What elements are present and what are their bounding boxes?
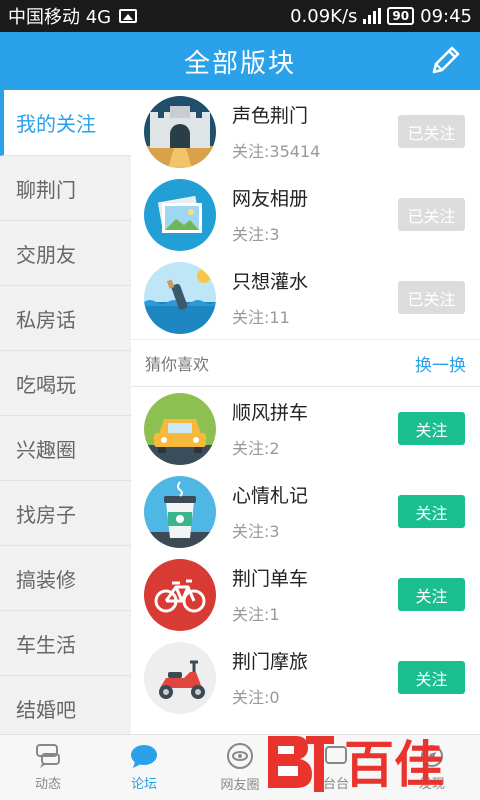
sidebar-item-decoration[interactable]: 搞装修 bbox=[0, 546, 131, 611]
category-sidebar: 我的关注 聊荆门 交朋友 私房话 吃喝玩 兴趣圈 找房子 搞装修 车生活 结婚吧 bbox=[0, 90, 131, 741]
sidebar-item-label: 我的关注 bbox=[16, 112, 96, 136]
carrier-label: 中国移动 4G bbox=[8, 7, 112, 28]
sidebar-item-interests[interactable]: 兴趣圈 bbox=[0, 416, 131, 481]
tab-label: 台台 bbox=[322, 777, 349, 792]
tab-discover[interactable]: 发现 bbox=[384, 735, 480, 800]
follow-button[interactable]: 关注 bbox=[398, 412, 465, 445]
forum-list: 声色荆门 关注:35414 已关注 网友相册 关注:3 已关注 只想灌水 关注:… bbox=[131, 90, 480, 734]
bottle-sea-icon bbox=[144, 261, 216, 334]
page-title: 全部版块 bbox=[183, 48, 296, 79]
battery-icon: 90 bbox=[387, 7, 415, 25]
list-item[interactable]: 顺风拼车 关注:2 关注 bbox=[131, 387, 480, 470]
photo-album-icon bbox=[144, 178, 216, 251]
sidebar-item-label: 交朋友 bbox=[16, 242, 76, 267]
tab-label: 动态 bbox=[34, 777, 61, 792]
clock: 09:45 bbox=[420, 5, 472, 27]
recommend-section-header: 猜你喜欢 换一换 bbox=[131, 339, 480, 387]
dynamic-icon bbox=[36, 744, 60, 768]
platform-icon bbox=[325, 746, 347, 764]
sidebar-item-find-house[interactable]: 找房子 bbox=[0, 481, 131, 546]
discover-icon bbox=[421, 745, 443, 767]
tab-friends-circle[interactable]: 网友圈 bbox=[192, 735, 288, 800]
sidebar-item-private-talk[interactable]: 私房话 bbox=[0, 286, 131, 351]
car-icon bbox=[144, 392, 216, 465]
tab-label: 论坛 bbox=[130, 777, 157, 792]
tab-forum[interactable]: 论坛 bbox=[96, 735, 192, 800]
forum-icon bbox=[131, 745, 157, 768]
city-gate-icon bbox=[144, 95, 216, 168]
list-item[interactable]: 荆门单车 关注:1 关注 bbox=[131, 553, 480, 636]
network-speed: 0.09K/s bbox=[290, 5, 358, 27]
sidebar-item-label: 搞装修 bbox=[16, 567, 76, 592]
bicycle-icon bbox=[144, 558, 216, 631]
refresh-link[interactable]: 换一换 bbox=[415, 351, 466, 376]
status-bar: 中国移动 4G 0.09K/s 90 09:45 bbox=[0, 0, 480, 32]
unfollow-button[interactable]: 已关注 bbox=[398, 281, 465, 314]
sidebar-item-make-friends[interactable]: 交朋友 bbox=[0, 221, 131, 286]
coffee-cup-icon bbox=[144, 475, 216, 548]
signal-icon bbox=[363, 8, 382, 24]
recommend-label: 猜你喜欢 bbox=[145, 355, 210, 374]
app-header: 全部版块 bbox=[0, 32, 480, 90]
sidebar-item-chat-jingmen[interactable]: 聊荆门 bbox=[0, 156, 131, 221]
sidebar-item-label: 车生活 bbox=[16, 632, 76, 657]
unfollow-button[interactable]: 已关注 bbox=[398, 115, 465, 148]
sidebar-item-food-fun[interactable]: 吃喝玩 bbox=[0, 351, 131, 416]
image-notification-icon bbox=[119, 9, 138, 23]
tab-label: 网友圈 bbox=[220, 778, 260, 793]
scooter-icon bbox=[144, 641, 216, 714]
sidebar-item-my-follows[interactable]: 我的关注 bbox=[0, 90, 131, 156]
sidebar-item-label: 找房子 bbox=[16, 502, 76, 527]
list-item[interactable]: 荆门摩旅 关注:0 关注 bbox=[131, 636, 480, 719]
sidebar-item-label: 兴趣圈 bbox=[16, 437, 76, 462]
list-item[interactable]: 心情札记 关注:3 关注 bbox=[131, 470, 480, 553]
sidebar-item-label: 吃喝玩 bbox=[16, 372, 76, 397]
sidebar-item-car-life[interactable]: 车生活 bbox=[0, 611, 131, 676]
tab-label: 发现 bbox=[418, 777, 445, 792]
unfollow-button[interactable]: 已关注 bbox=[398, 198, 465, 231]
friends-circle-icon bbox=[227, 743, 253, 769]
sidebar-item-label: 私房话 bbox=[16, 307, 76, 332]
sidebar-item-wedding[interactable]: 结婚吧 bbox=[0, 676, 131, 741]
sidebar-item-label: 聊荆门 bbox=[16, 177, 76, 202]
follow-button[interactable]: 关注 bbox=[398, 495, 465, 528]
list-item[interactable]: 只想灌水 关注:11 已关注 bbox=[131, 256, 480, 339]
bottom-navigation: 动态 论坛 网友圈 台台 发现 bbox=[0, 734, 480, 800]
list-item[interactable]: 网友相册 关注:3 已关注 bbox=[131, 173, 480, 256]
sidebar-item-label: 结婚吧 bbox=[16, 697, 76, 722]
list-item[interactable]: 声色荆门 关注:35414 已关注 bbox=[131, 90, 480, 173]
tab-dynamic[interactable]: 动态 bbox=[0, 735, 96, 800]
follow-button[interactable]: 关注 bbox=[398, 578, 465, 611]
edit-pencil-icon[interactable] bbox=[428, 44, 462, 78]
tab-platform[interactable]: 台台 bbox=[288, 735, 384, 800]
follow-button[interactable]: 关注 bbox=[398, 661, 465, 694]
